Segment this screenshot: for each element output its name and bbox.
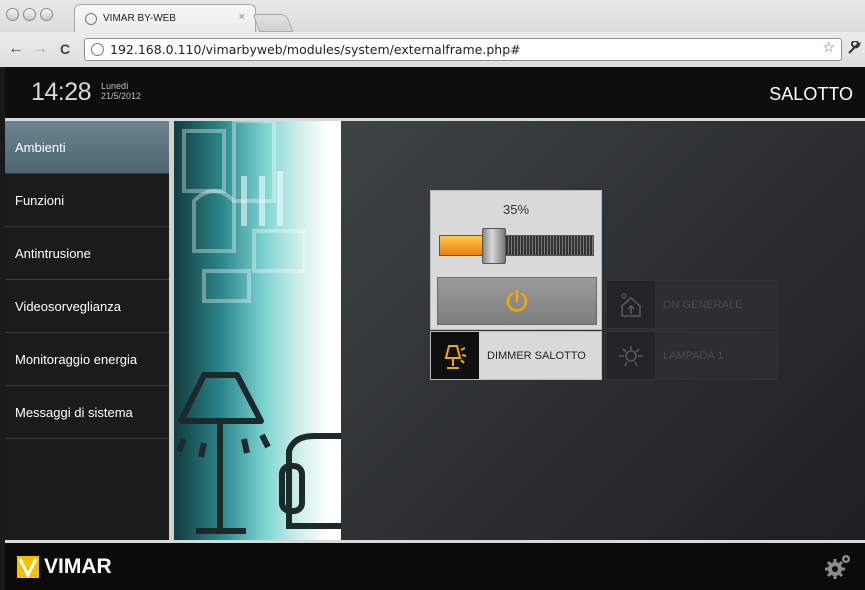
house-light-icon	[607, 281, 655, 328]
sidebar-item-funzioni[interactable]: Funzioni	[5, 174, 169, 227]
browser-toolbar: ← → C 192.168.0.110/vimarbyweb/modules/s…	[0, 32, 865, 67]
dimmer-power-button[interactable]	[437, 277, 597, 325]
sidebar-item-ambienti[interactable]: Ambienti	[5, 121, 169, 174]
sidebar-item-monitoraggio-energia[interactable]: Monitoraggio energia	[5, 333, 169, 386]
on-generale-tile[interactable]: ON GENERALE	[606, 280, 778, 329]
vimar-logo: VIMAR	[17, 555, 112, 579]
tile-label: DIMMER SALOTTO	[487, 349, 586, 362]
sidebar-item-videosorveglianza[interactable]: Videosorveglianza	[5, 280, 169, 333]
living-room-illustration	[176, 121, 341, 534]
tab-close-icon[interactable]: ×	[239, 11, 245, 23]
date-block: Lunedì 21/5/2012	[101, 81, 141, 101]
sidebar-item-label: Antintrusione	[15, 245, 91, 261]
dimmer-lamp-icon	[431, 332, 479, 379]
url-text: 192.168.0.110/vimarbyweb/modules/system/…	[110, 42, 521, 57]
sidebar-item-antintrusione[interactable]: Antintrusione	[5, 227, 169, 280]
dimmer-slider[interactable]	[439, 228, 594, 264]
settings-gear-icon[interactable]	[825, 553, 853, 584]
sidebar-item-label: Videosorveglianza	[15, 298, 121, 314]
sidebar-item-label: Funzioni	[15, 192, 65, 208]
dimmer-control-panel: 35%	[430, 190, 602, 330]
main-content	[341, 121, 865, 540]
room-title: SALOTTO	[769, 84, 853, 104]
clock-time: 14:28	[31, 78, 92, 106]
window-controls	[6, 8, 53, 21]
globe-icon	[91, 43, 104, 56]
sidebar-item-messaggi-di-sistema[interactable]: Messaggi di sistema	[5, 386, 169, 439]
brand-name: VIMAR	[44, 555, 112, 578]
date: 21/5/2012	[101, 91, 142, 101]
weekday: Lunedì	[101, 81, 129, 91]
new-tab-button[interactable]	[252, 14, 294, 32]
address-bar[interactable]: 192.168.0.110/vimarbyweb/modules/system/…	[84, 38, 842, 61]
minimize-window-button[interactable]	[23, 8, 36, 21]
tile-label: LAMPADA 1	[663, 349, 724, 362]
wrench-icon[interactable]	[847, 40, 861, 58]
dimmer-salotto-tile[interactable]: DIMMER SALOTTO	[430, 331, 602, 380]
forward-button[interactable]: →	[32, 40, 48, 58]
app-header: 14:28 Lunedì 21/5/2012 SALOTTO	[5, 67, 865, 118]
bulb-icon	[607, 332, 655, 379]
sidebar: Ambienti Funzioni Antintrusione Videosor…	[5, 121, 169, 540]
tab-title: VIMAR BY-WEB	[103, 13, 176, 24]
tile-label: ON GENERALE	[663, 298, 743, 311]
sidebar-item-label: Ambienti	[15, 139, 66, 155]
app-footer: VIMAR	[5, 543, 865, 590]
dimmer-level-label: 35%	[502, 202, 530, 217]
browser-chrome: VIMAR BY-WEB × ← → C 192.168.0.110/vimar…	[0, 0, 865, 67]
vimar-logo-icon	[17, 556, 39, 578]
sidebar-item-label: Monitoraggio energia	[15, 351, 138, 367]
favicon-icon	[85, 12, 97, 25]
sidebar-item-label: Messaggi di sistema	[15, 404, 133, 420]
room-illustration	[174, 121, 341, 540]
back-button[interactable]: ←	[8, 40, 24, 58]
dimmer-slider-thumb[interactable]	[481, 228, 506, 264]
browser-tab[interactable]: VIMAR BY-WEB ×	[74, 4, 256, 32]
zoom-window-button[interactable]	[40, 8, 53, 21]
close-window-button[interactable]	[6, 8, 19, 21]
bookmark-star-icon[interactable]: ☆	[822, 40, 835, 56]
reload-button[interactable]: C	[60, 41, 70, 57]
power-icon	[506, 289, 528, 312]
lampada-1-tile[interactable]: LAMPADA 1	[606, 331, 778, 380]
